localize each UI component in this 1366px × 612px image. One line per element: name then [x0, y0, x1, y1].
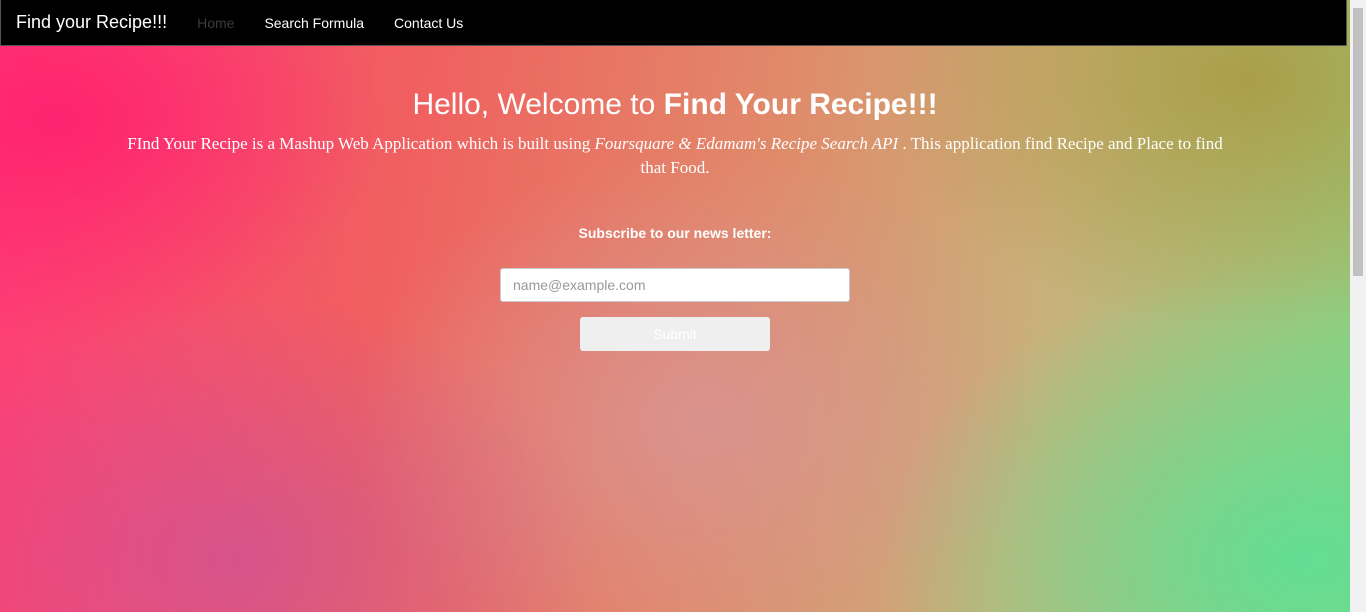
- desc-api-names: Foursquare & Edamam's Recipe Search API: [594, 134, 899, 153]
- email-field[interactable]: [500, 268, 850, 302]
- welcome-heading: Hello, Welcome to Find Your Recipe!!!: [0, 86, 1350, 124]
- welcome-prefix: Hello, Welcome to: [412, 88, 664, 121]
- nav-contact-us[interactable]: Contact Us: [394, 15, 463, 31]
- page: Find your Recipe!!! Home Search Formula …: [0, 0, 1366, 612]
- subscribe-label: Subscribe to our news letter:: [578, 225, 772, 241]
- desc-prefix: FInd Your Recipe is a Mashup Web Applica…: [127, 134, 595, 153]
- welcome-app-name: Find Your Recipe!!!: [663, 88, 938, 121]
- brand-link[interactable]: Find your Recipe!!!: [16, 12, 167, 33]
- submit-button[interactable]: Submit: [580, 317, 770, 351]
- scrollbar-thumb[interactable]: [1353, 8, 1363, 276]
- main-content: Hello, Welcome to Find Your Recipe!!! FI…: [0, 46, 1350, 351]
- nav-search-formula[interactable]: Search Formula: [264, 15, 364, 31]
- app-description: FInd Your Recipe is a Mashup Web Applica…: [120, 132, 1230, 180]
- top-navbar: Find your Recipe!!! Home Search Formula …: [0, 0, 1347, 46]
- nav-home[interactable]: Home: [197, 15, 234, 31]
- vertical-scrollbar[interactable]: [1350, 0, 1366, 612]
